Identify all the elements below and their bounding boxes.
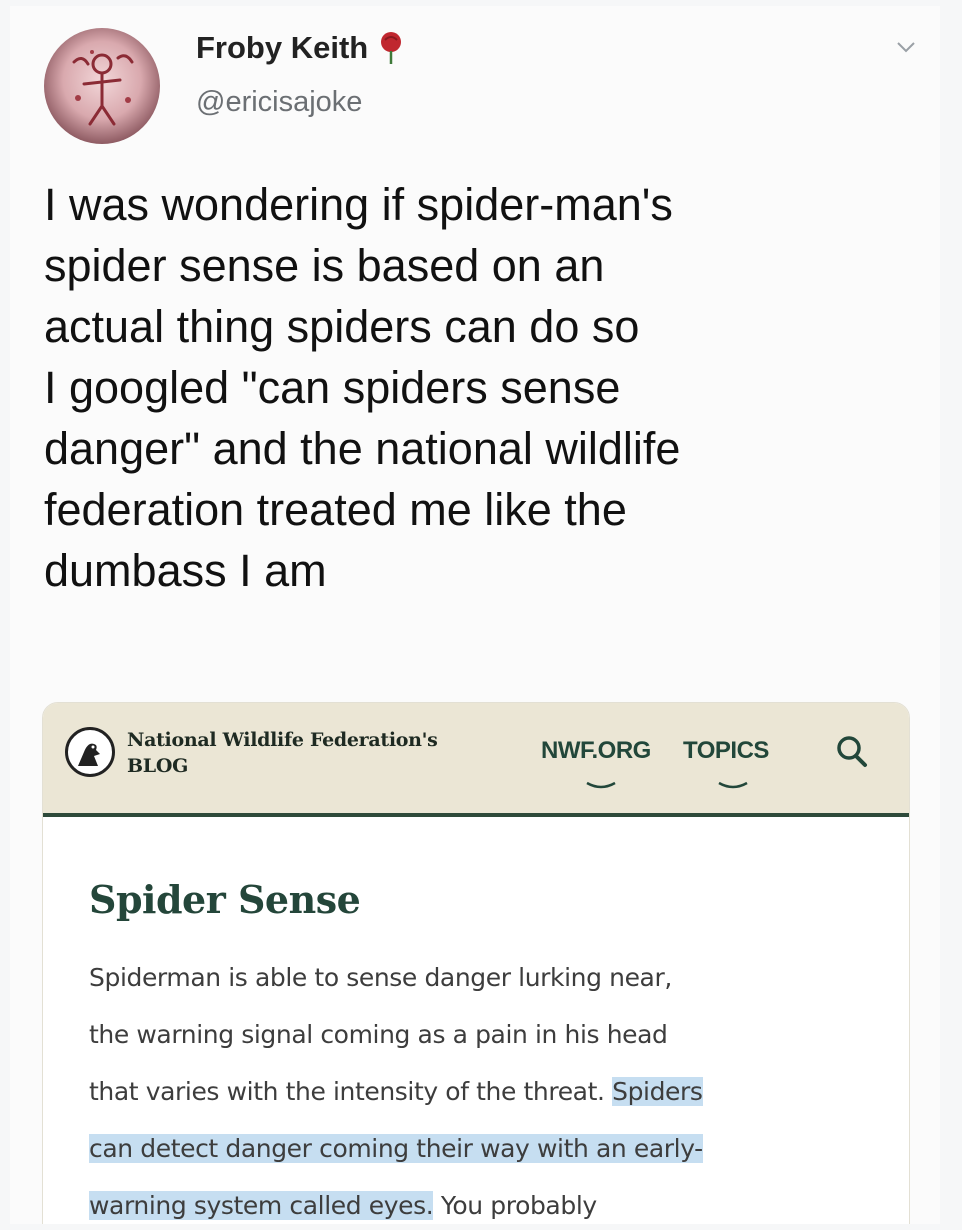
author-name[interactable]: Froby Keith	[196, 30, 368, 66]
tweet-text-line: danger" and the national wildlife	[44, 423, 681, 474]
nav-topics[interactable]: TOPICS	[683, 737, 769, 765]
article-paragraph: Spiderman is able to sense danger lurkin…	[89, 949, 909, 1224]
plain-text: Spiderman is able to sense danger lurkin…	[89, 963, 672, 992]
rose-icon	[381, 32, 402, 64]
blog-title-line: National Wildlife Federation's	[127, 729, 438, 751]
highlighted-text: can detect danger coming their way with …	[89, 1134, 703, 1163]
tweet-text-line: I was wondering if spider-man's	[44, 179, 673, 230]
author-row: Froby Keith	[196, 30, 402, 66]
tweet-text-line: actual thing spiders can do so	[44, 301, 640, 352]
tweet-text-line: spider sense is based on an	[44, 240, 605, 291]
blog-header: National Wildlife Federation's BLOG NWF.…	[43, 703, 909, 817]
article-title: Spider Sense	[89, 877, 361, 922]
blog-title-line: BLOG	[127, 755, 188, 777]
author-handle[interactable]: @ericisajoke	[196, 86, 362, 119]
article: Spider Sense Spiderman is able to sense …	[43, 817, 909, 1224]
plain-text: that varies with the intensity of the th…	[89, 1077, 613, 1106]
nwf-logo-icon[interactable]	[65, 727, 115, 777]
nav-nwf-org[interactable]: NWF.ORG	[541, 737, 651, 765]
tweet-text-line: dumbass I am	[44, 545, 327, 596]
tweet-text-line: federation treated me like the	[44, 484, 627, 535]
tweet-text: I was wondering if spider-man's spider s…	[44, 174, 904, 601]
plain-text: You probably	[433, 1191, 597, 1220]
search-icon[interactable]	[835, 733, 869, 769]
article-line: Spiderman is able to sense danger lurkin…	[89, 949, 909, 1006]
embedded-screenshot[interactable]: National Wildlife Federation's BLOG NWF.…	[42, 702, 910, 1224]
highlighted-text: warning system called eyes.	[89, 1191, 434, 1220]
avatar-drawing-icon	[72, 50, 134, 126]
blog-title[interactable]: National Wildlife Federation's BLOG	[127, 727, 438, 779]
chevron-down-icon	[718, 781, 748, 789]
article-line: can detect danger coming their way with …	[89, 1120, 909, 1177]
article-line: warning system called eyes. You probably	[89, 1177, 909, 1224]
chevron-down-icon[interactable]	[895, 40, 917, 54]
tweet-card: Froby Keith @ericisajoke I was wondering…	[10, 6, 940, 1224]
article-line: that varies with the intensity of the th…	[89, 1063, 909, 1120]
scrollbar[interactable]	[905, 821, 909, 1151]
tweet-text-line: I googled "can spiders sense	[44, 362, 621, 413]
plain-text: the warning signal coming as a pain in h…	[89, 1020, 668, 1049]
article-line: the warning signal coming as a pain in h…	[89, 1006, 909, 1063]
chevron-down-icon	[586, 781, 616, 789]
highlighted-text: Spiders	[612, 1077, 703, 1106]
avatar[interactable]	[44, 28, 160, 144]
